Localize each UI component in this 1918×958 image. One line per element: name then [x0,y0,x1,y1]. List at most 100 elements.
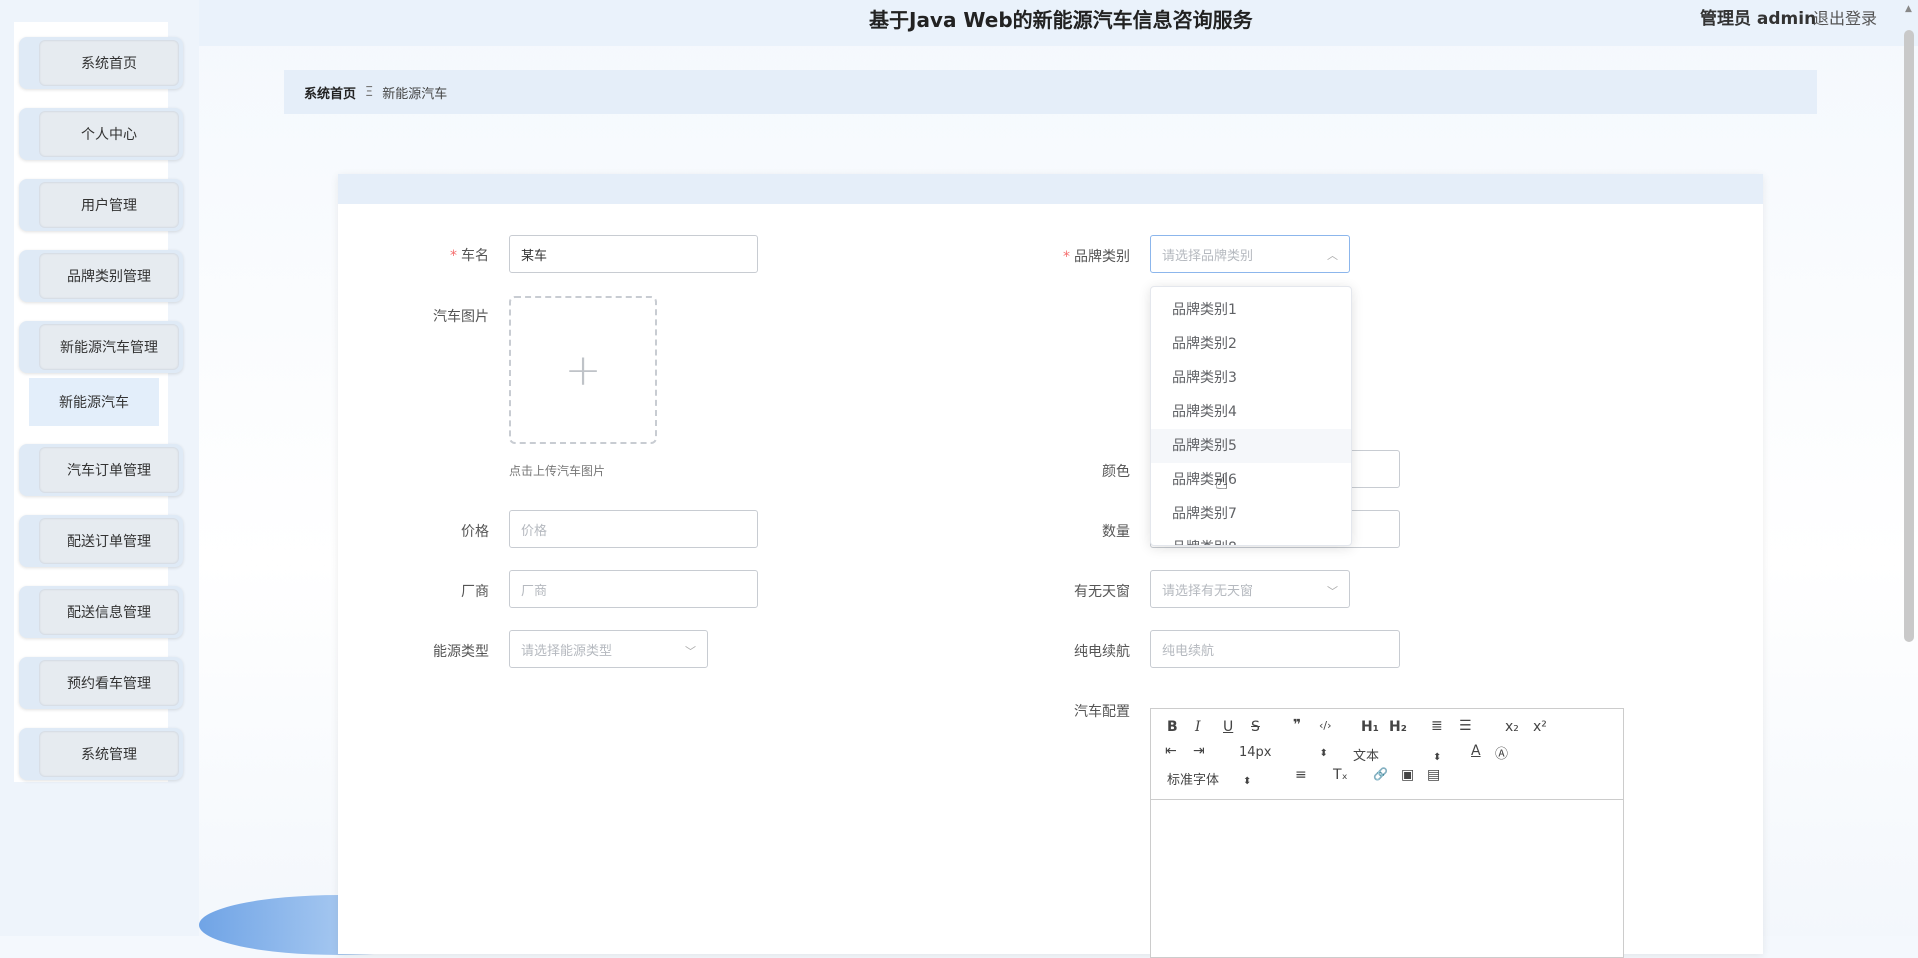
image-label: 汽车图片 [433,309,489,325]
price-input[interactable]: 价格 [509,510,758,548]
menu-item-label: 配送订单管理 [39,518,179,564]
indent-icon[interactable]: ⇥ [1193,743,1205,759]
paragraph-value: 文本 [1353,749,1380,764]
quantity-label: 数量 [1102,524,1130,540]
rich-text-editor[interactable]: B I U S ❞ ‹/› H₁ H₂ ≣ ☰ x₂ x² ⇤ ⇥ 14px ⬍ … [1150,708,1624,958]
menu-item-brand[interactable]: 品牌类别管理 [19,250,183,302]
dropdown-option[interactable]: 品牌类别2 [1151,327,1351,361]
font-size-select[interactable]: 14px ⬍ [1239,745,1328,760]
sunroof-select[interactable]: 请选择有无天窗 ﹀ [1150,570,1350,608]
dropdown-option[interactable]: 品牌类别8 [1151,531,1351,545]
sunroof-select-placeholder: 请选择有无天窗 [1162,583,1254,599]
logout-link[interactable]: 退出登录 [1813,5,1877,29]
chevron-down-icon: ﹀ [685,645,696,658]
font-family-value: 标准字体 [1167,773,1220,788]
menu-item-label: 系统首页 [39,40,179,86]
menu-item-label: 个人中心 [39,111,179,157]
dropdown-option[interactable]: 品牌类别6 [1151,463,1351,497]
maker-label: 厂商 [461,584,489,600]
outdent-icon[interactable]: ⇤ [1165,743,1177,759]
brand-select[interactable]: 请选择品牌类别 ︿ [1150,235,1350,273]
image-upload[interactable]: + [509,296,657,444]
dropdown-option-hovered[interactable]: 品牌类别5 [1151,429,1351,463]
image-icon[interactable]: ▣ [1401,767,1414,783]
menu-item-label: 系统管理 [39,731,179,777]
dropdown-option[interactable]: 品牌类别3 [1151,361,1351,395]
menu-item-label: 预约看车管理 [39,660,179,706]
menu-item-users[interactable]: 用户管理 [19,179,183,231]
font-size-value: 14px [1239,745,1272,760]
italic-icon[interactable]: I [1195,719,1201,735]
clean-format-icon[interactable]: Tₓ [1333,767,1348,783]
menu-item-system[interactable]: 系统管理 [19,728,183,780]
font-color-icon[interactable]: A [1471,743,1481,759]
chevron-down-icon: ﹀ [1327,585,1338,598]
menu-item-appointments[interactable]: 预约看车管理 [19,657,183,709]
subscript-icon[interactable]: x₂ [1505,719,1519,735]
menu-item-label: 汽车订单管理 [39,447,179,493]
superscript-icon[interactable]: x² [1533,719,1547,735]
underline-icon[interactable]: U [1223,719,1233,735]
user-name: 管理员 admin [1700,9,1817,29]
breadcrumb-separator-icon: Ξ [365,84,374,100]
energy-label: 能源类型 [433,644,489,660]
scroll-up-icon[interactable]: ▲ [1905,4,1912,14]
blockquote-icon[interactable]: ❞ [1293,717,1301,733]
car-name-label: * 车名 [450,248,489,264]
h1-icon[interactable]: H₁ [1361,719,1379,735]
brand-label: * 品牌类别 [1063,249,1130,265]
menu-item-label: 新能源汽车管理 [39,324,179,370]
dropdown-option[interactable]: 品牌类别1 [1151,293,1351,327]
energy-select-placeholder: 请选择能源类型 [521,643,613,659]
menu-item-label: 用户管理 [39,182,179,228]
font-family-select[interactable]: 标准字体 ⬍ [1167,769,1251,788]
price-label: 价格 [461,524,489,540]
upload-hint: 点击上传汽车图片 [509,464,606,478]
card-header [338,174,1763,204]
plus-icon: + [564,344,602,396]
bullet-list-icon[interactable]: ☰ [1459,718,1472,734]
brand-select-placeholder: 请选择品牌类别 [1162,248,1254,264]
submenu-item-ev[interactable]: 新能源汽车 [29,378,159,426]
energy-select[interactable]: 请选择能源类型 ﹀ [509,630,708,668]
dropdown-option[interactable]: 品牌类别4 [1151,395,1351,429]
maker-input[interactable]: 厂商 [509,570,758,608]
align-icon[interactable]: ≡ [1295,767,1307,783]
sort-arrows-icon: ⬍ [1319,748,1328,759]
video-icon[interactable]: ▤ [1427,767,1440,783]
brand-dropdown: 品牌类别1 品牌类别2 品牌类别3 品牌类别4 品牌类别5 品牌类别6 品牌类别… [1150,286,1352,546]
page-title: 基于Java Web的新能源汽车信息咨询服务 [869,8,1253,32]
bold-icon[interactable]: B [1167,719,1178,735]
menu-item-label: 品牌类别管理 [39,253,179,299]
dropdown-option[interactable]: 品牌类别7 [1151,497,1351,531]
menu-item-orders[interactable]: 汽车订单管理 [19,444,183,496]
code-icon[interactable]: ‹/› [1319,719,1332,732]
menu-item-ev[interactable]: 新能源汽车管理 [19,321,183,373]
sort-arrows-icon: ⬍ [1243,776,1252,787]
chevron-up-icon: ︿ [1327,249,1338,262]
breadcrumb: 系统首页 Ξ 新能源汽车 [284,70,1817,114]
car-name-input[interactable]: 某车 [509,235,758,273]
sunroof-label: 有无天窗 [1074,584,1130,600]
sort-arrows-icon: ⬍ [1433,752,1442,763]
strike-icon[interactable]: S [1251,719,1260,735]
h2-icon[interactable]: H₂ [1389,719,1407,735]
config-label: 汽车配置 [1074,704,1130,720]
background-color-icon[interactable]: Ⓐ [1495,743,1508,762]
ordered-list-icon[interactable]: ≣ [1431,718,1443,734]
paragraph-select[interactable]: 文本 ⬍ [1353,745,1441,764]
menu-item-label: 配送信息管理 [39,589,179,635]
editor-toolbar: B I U S ❞ ‹/› H₁ H₂ ≣ ☰ x₂ x² ⇤ ⇥ 14px ⬍ … [1151,709,1623,800]
hand-cursor-icon: ☝ [1215,470,1229,495]
menu-item-home[interactable]: 系统首页 [19,37,183,89]
menu-item-profile[interactable]: 个人中心 [19,108,183,160]
range-input[interactable]: 纯电续航 [1150,630,1400,668]
page-scrollbar[interactable] [1904,30,1914,642]
menu-item-delivery-info[interactable]: 配送信息管理 [19,586,183,638]
menu-item-delivery-orders[interactable]: 配送订单管理 [19,515,183,567]
color-label: 颜色 [1102,464,1130,480]
breadcrumb-current: 新能源汽车 [382,86,448,102]
range-label: 纯电续航 [1074,644,1130,660]
link-icon[interactable]: 🔗 [1373,767,1388,781]
breadcrumb-home[interactable]: 系统首页 [304,83,356,102]
